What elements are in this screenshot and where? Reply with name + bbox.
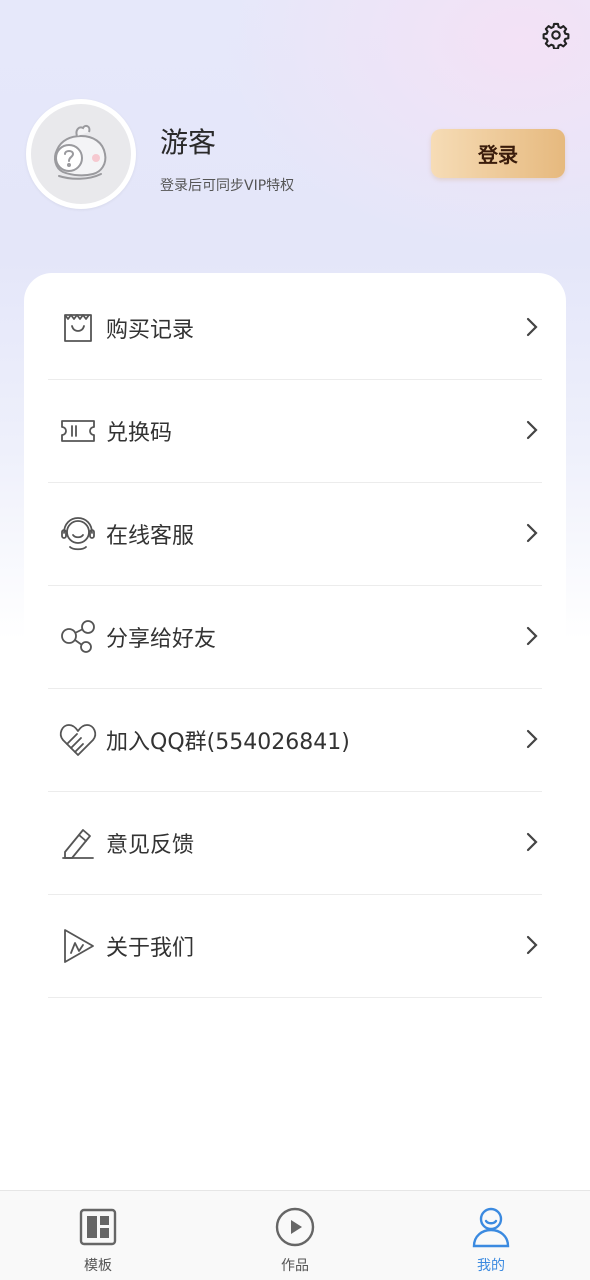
- chevron-right-icon: [526, 317, 538, 337]
- menu-item-share[interactable]: 分享给好友: [48, 586, 542, 689]
- username: 游客: [160, 126, 217, 159]
- menu-item-about-us[interactable]: 关于我们: [48, 895, 542, 998]
- ticket-icon: [61, 420, 95, 442]
- app-logo-icon: [64, 929, 94, 963]
- menu-item-label: 分享给好友: [106, 627, 217, 652]
- menu-item-label: 加入QQ群(554026841): [106, 730, 350, 755]
- chevron-right-icon: [526, 420, 538, 440]
- menu-item-label: 购买记录: [106, 318, 195, 343]
- menu-card: 购买记录 兑换码 在线客服 分享给好友 加入QQ群(554026841) 意见反…: [24, 273, 566, 1233]
- menu-item-feedback[interactable]: 意见反馈: [48, 792, 542, 895]
- bottom-tab-bar: 模板 作品 我的: [0, 1190, 590, 1280]
- shopping-bag-icon: [64, 314, 92, 342]
- template-grid-icon: [79, 1208, 117, 1246]
- menu-item-label: 关于我们: [106, 936, 195, 961]
- settings-button[interactable]: [538, 17, 574, 53]
- tab-label: 作品: [281, 1258, 309, 1274]
- pencil-icon: [62, 829, 94, 859]
- tab-label: 模板: [84, 1258, 112, 1274]
- chevron-right-icon: [526, 626, 538, 646]
- share-icon: [61, 620, 95, 653]
- login-hint: 登录后可同步VIP特权: [160, 178, 295, 194]
- menu-item-label: 意见反馈: [106, 833, 195, 858]
- menu-item-purchase-history[interactable]: 购买记录: [48, 277, 542, 380]
- login-button[interactable]: 登录: [431, 129, 565, 178]
- person-icon: [472, 1207, 510, 1248]
- headset-agent-icon: [61, 517, 95, 551]
- play-circle-icon: [275, 1207, 315, 1247]
- tab-label: 我的: [477, 1258, 505, 1274]
- gear-icon: [542, 22, 570, 49]
- chevron-right-icon: [526, 935, 538, 955]
- menu-item-join-qq-group[interactable]: 加入QQ群(554026841): [48, 689, 542, 792]
- tab-works[interactable]: 作品: [235, 1191, 355, 1280]
- menu-item-label: 在线客服: [106, 524, 195, 549]
- chevron-right-icon: [526, 832, 538, 852]
- tab-mine[interactable]: 我的: [431, 1191, 551, 1280]
- chevron-right-icon: [526, 523, 538, 543]
- tab-templates[interactable]: 模板: [38, 1191, 158, 1280]
- menu-item-online-support[interactable]: 在线客服: [48, 483, 542, 586]
- question-mascot-icon: [54, 124, 107, 180]
- handshake-heart-icon: [59, 724, 97, 756]
- chevron-right-icon: [526, 729, 538, 749]
- menu-item-label: 兑换码: [106, 421, 173, 446]
- menu-item-redeem-code[interactable]: 兑换码: [48, 380, 542, 483]
- avatar[interactable]: [26, 99, 136, 209]
